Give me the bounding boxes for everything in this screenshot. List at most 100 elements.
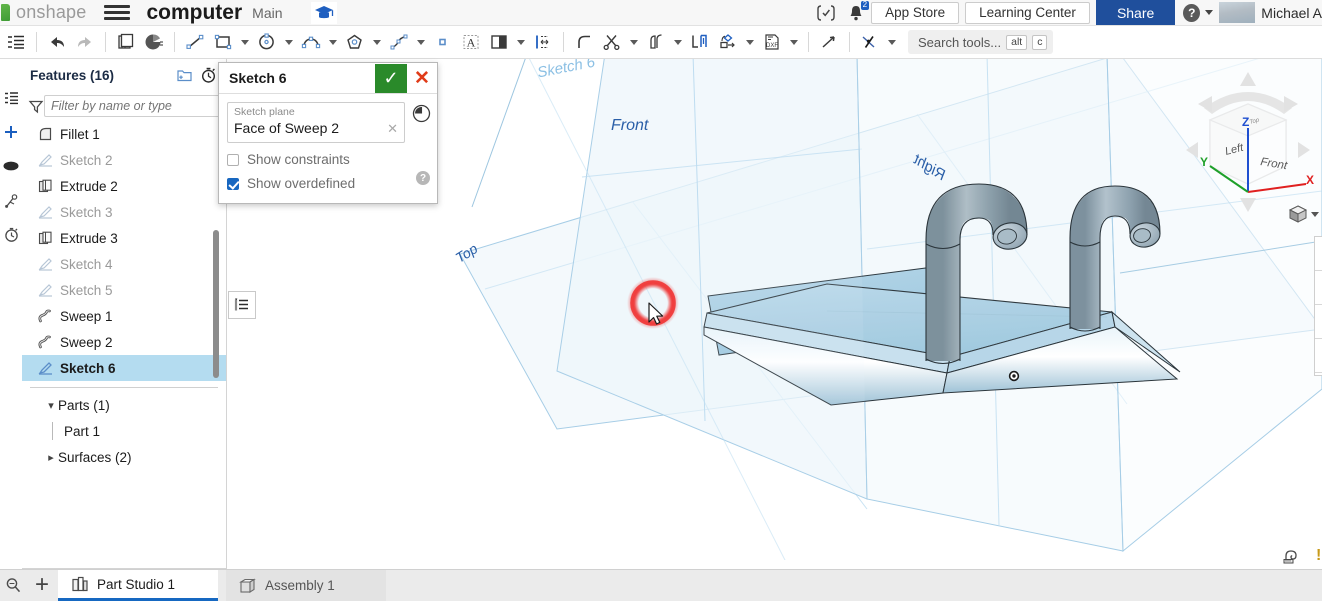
line-tool-icon[interactable] (181, 28, 209, 56)
show-constraints-row[interactable]: Show constraints (227, 152, 429, 167)
clock-icon[interactable] (411, 103, 431, 123)
stopwatch-icon[interactable] (196, 63, 220, 87)
rectangle-tool-chevron-down-icon[interactable] (237, 28, 253, 56)
trim-tool-icon[interactable] (598, 28, 626, 56)
point-tool-icon[interactable] (429, 28, 457, 56)
rail-collapse-icon[interactable] (1, 81, 21, 115)
graduation-cap-icon[interactable] (310, 1, 337, 24)
feature-list-toggle-icon[interactable] (2, 28, 30, 56)
rail-history-icon[interactable] (1, 217, 21, 251)
feature-row-sketch-5[interactable]: Sketch 5 (22, 277, 226, 303)
feature-row-extrude-3[interactable]: Extrude 3 (22, 225, 226, 251)
chevron-right-icon[interactable]: ▸ (44, 451, 58, 464)
tab-part-studio-1[interactable]: Part Studio 1 (58, 570, 218, 601)
spline-tool-icon[interactable] (385, 28, 413, 56)
app-store-button[interactable]: App Store (871, 1, 960, 24)
feature-row-fillet-1[interactable]: Fillet 1 (22, 121, 226, 147)
add-tab-button[interactable]: + (26, 569, 58, 601)
trim-tool-chevron-down-icon[interactable] (626, 28, 642, 56)
section-view-icon[interactable] (140, 28, 168, 56)
feature-row-sketch-4[interactable]: Sketch 4 (22, 251, 226, 277)
circle-tool-chevron-down-icon[interactable] (281, 28, 297, 56)
feature-tree-scrollbar[interactable] (213, 230, 219, 378)
mirror-tool-icon[interactable] (485, 28, 513, 56)
circle-tool-icon[interactable] (253, 28, 281, 56)
polygon-tool-chevron-down-icon[interactable] (369, 28, 385, 56)
bell-icon[interactable]: 2 (841, 0, 871, 25)
checkmark-icon[interactable]: ✓ (375, 63, 407, 93)
filter-input[interactable] (44, 95, 221, 117)
redo-icon[interactable] (71, 28, 99, 56)
rail-part-icon[interactable] (1, 149, 21, 183)
feature-row-sketch-3[interactable]: Sketch 3 (22, 199, 226, 225)
sketch-icon (34, 359, 56, 377)
help-icon[interactable]: ? (416, 171, 430, 185)
import-dxf-chevron-down-icon[interactable] (786, 28, 802, 56)
rectangle-tool-icon[interactable] (209, 28, 237, 56)
onshape-logo-text[interactable]: onshape (16, 2, 86, 23)
learning-center-button[interactable]: Learning Center (965, 1, 1090, 24)
import-dxf-icon[interactable]: DXF (758, 28, 786, 56)
view-cube[interactable]: Left Front Top Z X Y (1178, 62, 1318, 222)
warning-icon[interactable]: ! (1316, 547, 1321, 565)
arc-tool-chevron-down-icon[interactable] (325, 28, 341, 56)
chevron-down-icon[interactable] (1311, 211, 1319, 217)
sketch-toolbar: A DXF Search tools... alt c (0, 26, 1322, 59)
part-row-part-1[interactable]: Part 1 (22, 418, 226, 444)
feature-row-extrude-2[interactable]: Extrude 2 (22, 173, 226, 199)
offset-tool-icon[interactable] (642, 28, 670, 56)
clear-x-icon[interactable]: ✕ (387, 121, 398, 137)
help-menu[interactable]: ? (1183, 0, 1214, 25)
sketch-dialog-title: Sketch 6 (229, 70, 287, 86)
parts-group-row[interactable]: ▾ Parts (1) (22, 392, 226, 418)
undo-icon[interactable] (43, 28, 71, 56)
origin-point[interactable] (1008, 370, 1020, 382)
right-side-panel-collapsed[interactable] (1314, 236, 1322, 376)
polygon-tool-icon[interactable] (341, 28, 369, 56)
sketch-dialog[interactable]: Sketch 6 ✓ ✕ Sketch plane Face of Sweep … (218, 62, 438, 204)
arc-tool-icon[interactable] (297, 28, 325, 56)
search-tools-input[interactable]: Search tools... alt c (908, 30, 1054, 54)
avatar[interactable] (1219, 2, 1256, 23)
funnel-icon[interactable] (28, 94, 44, 118)
show-overdefined-checkbox[interactable] (227, 177, 239, 190)
x-icon[interactable]: ✕ (407, 64, 437, 93)
tape-measure-icon[interactable] (1283, 548, 1303, 564)
transform-tool-icon[interactable] (714, 28, 742, 56)
surfaces-group-row[interactable]: ▸ Surfaces (2) (22, 444, 226, 470)
feature-row-sketch-6[interactable]: Sketch 6 (22, 355, 226, 381)
feature-row-sweep-1[interactable]: Sweep 1 (22, 303, 226, 329)
dimension-tool-icon[interactable] (529, 28, 557, 56)
offset-tool-chevron-down-icon[interactable] (670, 28, 686, 56)
workspace-name[interactable]: Main (252, 5, 282, 21)
use-projection-icon[interactable] (686, 28, 714, 56)
spline-tool-chevron-down-icon[interactable] (413, 28, 429, 56)
new-sketch-icon[interactable] (112, 28, 140, 56)
tab-search-icon[interactable] (0, 569, 26, 601)
text-tool-icon[interactable]: A (457, 28, 485, 56)
document-title[interactable]: computer (146, 1, 242, 25)
construction-toggle-icon[interactable] (815, 28, 843, 56)
rail-add-icon[interactable] (1, 115, 21, 149)
rail-mate-icon[interactable] (1, 183, 21, 217)
main-menu-icon[interactable] (104, 2, 131, 23)
feature-row-sweep-2[interactable]: Sweep 2 (22, 329, 226, 355)
sketch-plane-field[interactable]: Sketch plane Face of Sweep 2 ✕ (227, 102, 405, 143)
mirror-tool-chevron-down-icon[interactable] (513, 28, 529, 56)
feature-row-sketch-2[interactable]: Sketch 2 (22, 147, 226, 173)
tab-assembly-1[interactable]: Assembly 1 (226, 570, 386, 601)
fillet-tool-icon[interactable] (570, 28, 598, 56)
tasks-icon[interactable] (811, 0, 841, 25)
sketch-entities-list-icon[interactable] (228, 291, 256, 319)
chevron-down-icon[interactable]: ▾ (44, 399, 58, 412)
constraint-tool-icon[interactable] (856, 28, 884, 56)
new-folder-icon[interactable] (172, 63, 196, 87)
share-button[interactable]: Share (1095, 0, 1176, 25)
show-constraints-checkbox[interactable] (227, 153, 239, 166)
onshape-logo-mark[interactable] (1, 4, 10, 21)
constraint-tool-chevron-down-icon[interactable] (884, 28, 900, 56)
user-name-label[interactable]: Michael A (1261, 5, 1322, 21)
transform-tool-chevron-down-icon[interactable] (742, 28, 758, 56)
display-mode-button[interactable] (1288, 203, 1322, 225)
show-overdefined-row[interactable]: Show overdefined (227, 176, 429, 191)
